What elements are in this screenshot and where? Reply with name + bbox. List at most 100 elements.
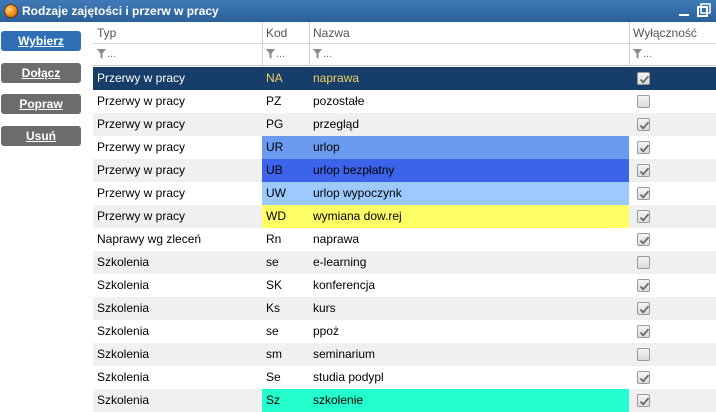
table-row[interactable]: Przerwy w pracy UR urlop xyxy=(93,136,716,159)
exclusivity-checkbox[interactable] xyxy=(637,279,650,292)
cell-kod: SK xyxy=(266,278,283,292)
select-button[interactable]: Wybierz xyxy=(1,31,81,51)
table-row[interactable]: Szkolenia sm seminarium xyxy=(93,343,716,366)
filter-icon xyxy=(266,49,275,59)
cell-typ: Przerwy w pracy xyxy=(97,209,186,223)
exclusivity-checkbox[interactable] xyxy=(637,256,650,269)
cell-nazwa: e-learning xyxy=(313,255,367,269)
cell-kod: PG xyxy=(266,117,284,131)
checkmark-icon xyxy=(639,121,650,130)
exclusivity-checkbox[interactable] xyxy=(637,72,650,85)
cell-nazwa: pozostałe xyxy=(313,94,365,108)
exclusivity-checkbox[interactable] xyxy=(637,233,650,246)
table-row[interactable]: Szkolenia se e-learning xyxy=(93,251,716,274)
attach-button[interactable]: Dołącz xyxy=(1,63,81,83)
exclusivity-checkbox[interactable] xyxy=(637,371,650,384)
exclusivity-checkbox[interactable] xyxy=(637,210,650,223)
exclusivity-checkbox[interactable] xyxy=(637,118,650,131)
cell-kod: UR xyxy=(262,136,309,159)
table-row[interactable]: Szkolenia Sz szkolenie xyxy=(93,389,716,412)
cell-typ: Szkolenia xyxy=(97,347,150,361)
checkmark-icon xyxy=(639,236,650,245)
table-row[interactable]: Szkolenia se ppoż xyxy=(93,320,716,343)
cell-nazwa: seminarium xyxy=(313,347,376,361)
cell-nazwa: urlop bezpłatny xyxy=(309,159,629,182)
filter-placeholder: ... xyxy=(643,48,653,60)
checkmark-icon xyxy=(639,374,650,383)
column-separator xyxy=(309,22,310,66)
table-row[interactable]: Szkolenia SK konferencja xyxy=(93,274,716,297)
checkmark-icon xyxy=(639,397,650,406)
cell-kod: se xyxy=(266,324,279,338)
cell-kod: UB xyxy=(262,159,309,182)
filter-icon xyxy=(97,49,106,59)
cell-nazwa: naprawa xyxy=(313,71,360,85)
filter-icon xyxy=(633,49,642,59)
filter-placeholder: ... xyxy=(323,48,333,60)
exclusivity-checkbox[interactable] xyxy=(637,325,650,338)
filter-kod[interactable]: ... xyxy=(262,44,309,66)
restore-button[interactable] xyxy=(697,3,711,17)
exclusivity-checkbox[interactable] xyxy=(637,164,650,177)
window-title: Rodzaje zajętości i przerw w pracy xyxy=(22,4,219,18)
column-header-typ[interactable]: Typ xyxy=(93,22,262,44)
cell-nazwa: konferencja xyxy=(313,278,376,292)
minimize-button[interactable] xyxy=(677,3,691,17)
cell-typ: Szkolenia xyxy=(97,393,150,407)
cell-nazwa: studia podypl xyxy=(313,370,384,384)
cell-typ: Szkolenia xyxy=(97,255,150,269)
checkmark-icon xyxy=(639,75,650,84)
cell-kod: UW xyxy=(262,182,309,205)
exclusivity-checkbox[interactable] xyxy=(637,348,650,361)
exclusivity-checkbox[interactable] xyxy=(637,394,650,407)
cell-nazwa: urlop xyxy=(309,136,629,159)
cell-typ: Szkolenia xyxy=(97,278,150,292)
table-row[interactable]: Przerwy w pracy PG przegląd xyxy=(93,113,716,136)
cell-typ: Szkolenia xyxy=(97,301,150,315)
cell-nazwa: urlop wypoczynk xyxy=(309,182,629,205)
column-separator xyxy=(262,22,263,66)
data-grid: Typ Kod Nazwa Wyłączność ... ... ... ...… xyxy=(93,22,716,412)
column-header-nazwa[interactable]: Nazwa xyxy=(309,22,629,44)
action-sidebar: Wybierz Dołącz Popraw Usuń xyxy=(0,22,90,412)
delete-button[interactable]: Usuń xyxy=(1,126,81,146)
cell-kod: Rn xyxy=(266,232,282,246)
cell-kod: Se xyxy=(266,370,281,384)
cell-nazwa: ppoż xyxy=(313,324,340,338)
table-row[interactable]: Przerwy w pracy PZ pozostałe xyxy=(93,90,716,113)
cell-typ: Szkolenia xyxy=(97,370,150,384)
edit-button[interactable]: Popraw xyxy=(1,94,81,114)
exclusivity-checkbox[interactable] xyxy=(637,141,650,154)
column-header-wylacznosc[interactable]: Wyłączność xyxy=(629,22,716,44)
table-row[interactable]: Przerwy w pracy NA naprawa xyxy=(93,67,716,90)
filter-placeholder: ... xyxy=(276,48,286,60)
cell-nazwa: naprawa xyxy=(313,232,360,246)
exclusivity-checkbox[interactable] xyxy=(637,95,650,108)
filter-wylacznosc[interactable]: ... xyxy=(629,44,716,66)
cell-typ: Przerwy w pracy xyxy=(97,94,186,108)
table-row[interactable]: Przerwy w pracy WD wymiana dow.rej xyxy=(93,205,716,228)
checkmark-icon xyxy=(639,190,650,199)
title-bar: Rodzaje zajętości i przerw w pracy xyxy=(0,0,716,22)
checkmark-icon xyxy=(639,167,650,176)
table-row[interactable]: Naprawy wg zleceń Rn naprawa xyxy=(93,228,716,251)
table-row[interactable]: Szkolenia Ks kurs xyxy=(93,297,716,320)
filter-typ[interactable]: ... xyxy=(93,44,262,66)
cell-nazwa: wymiana dow.rej xyxy=(309,205,629,228)
exclusivity-checkbox[interactable] xyxy=(637,302,650,315)
cell-kod: sm xyxy=(266,347,282,361)
filter-nazwa[interactable]: ... xyxy=(309,44,629,66)
checkmark-icon xyxy=(639,213,650,222)
table-row[interactable]: Przerwy w pracy UW urlop wypoczynk xyxy=(93,182,716,205)
cell-typ: Szkolenia xyxy=(97,324,150,338)
exclusivity-checkbox[interactable] xyxy=(637,187,650,200)
column-header-kod[interactable]: Kod xyxy=(262,22,309,44)
cell-typ: Przerwy w pracy xyxy=(97,71,186,85)
cell-nazwa: przegląd xyxy=(313,117,360,131)
cell-kod: Ks xyxy=(266,301,281,315)
table-row[interactable]: Szkolenia Se studia podypl xyxy=(93,366,716,389)
cell-typ: Przerwy w pracy xyxy=(97,186,186,200)
checkmark-icon xyxy=(639,144,650,153)
table-row[interactable]: Przerwy w pracy UB urlop bezpłatny xyxy=(93,159,716,182)
column-separator xyxy=(629,22,630,66)
